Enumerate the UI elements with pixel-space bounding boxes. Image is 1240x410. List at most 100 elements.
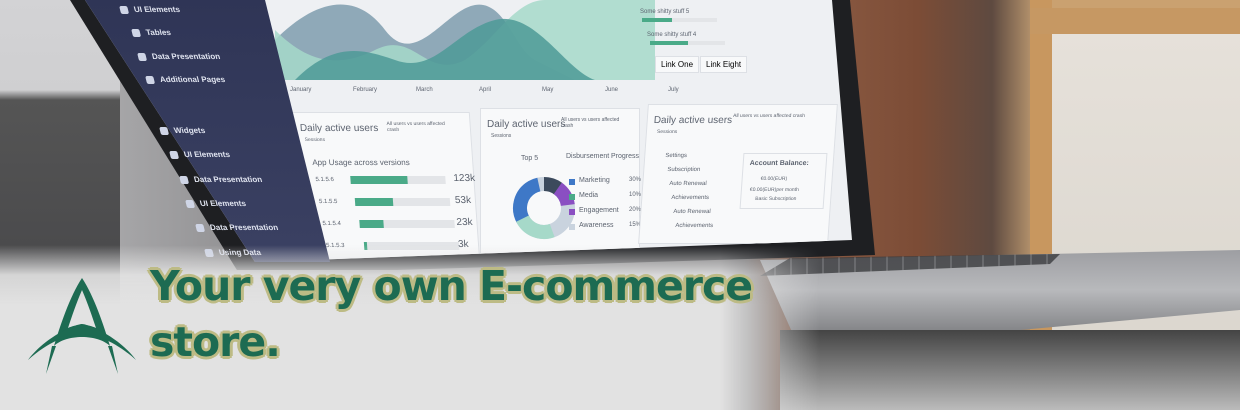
legend-swatch bbox=[569, 224, 575, 230]
sidebar-item-label: Additional Pages bbox=[158, 75, 227, 84]
background-shelf bbox=[1030, 0, 1240, 410]
legend-value: 30% bbox=[629, 177, 642, 183]
sidebar-item-label: UI Elements bbox=[198, 199, 247, 208]
settings-menu-item[interactable]: Achievements bbox=[671, 195, 709, 201]
usage-bar bbox=[350, 176, 446, 184]
nav-icon bbox=[145, 75, 155, 84]
sidebar-item[interactable]: Data Presentation bbox=[179, 175, 263, 184]
card-note: All users vs users affected crash bbox=[561, 117, 620, 129]
link-label: Link One bbox=[661, 60, 694, 69]
usage-value: 123k bbox=[453, 173, 476, 184]
headline-line-2: store. bbox=[150, 318, 281, 366]
legend-label: Awareness bbox=[579, 222, 614, 229]
balance-line: €0.00(EUR) bbox=[760, 176, 788, 182]
card-title: Daily active users bbox=[487, 119, 566, 130]
nav-icon bbox=[119, 5, 129, 14]
card-title: Daily active users bbox=[299, 123, 379, 134]
settings-menu-item[interactable]: Achievements bbox=[675, 223, 713, 229]
donut-chart bbox=[513, 177, 575, 239]
sidebar-item-label: Data Presentation bbox=[192, 175, 264, 184]
legend-value: 10% bbox=[629, 192, 642, 198]
version-label: 5.1.5.6 bbox=[315, 177, 335, 183]
sidebar-item-label: UI Elements bbox=[132, 5, 181, 14]
card-heading: App Usage across versions bbox=[311, 158, 410, 167]
link-one-button[interactable]: Link One bbox=[655, 56, 700, 73]
usage-bar bbox=[363, 242, 460, 250]
settings-menu-item[interactable]: Subscription bbox=[667, 167, 700, 173]
sidebar-item[interactable]: Widgets bbox=[159, 126, 206, 135]
nav-icon bbox=[179, 175, 189, 184]
sidebar-item[interactable]: UI Elements bbox=[119, 5, 181, 14]
sidebar-item[interactable]: UI Elements bbox=[169, 150, 231, 159]
settings-menu-item[interactable]: Settings bbox=[665, 153, 687, 159]
legend-label: Engagement bbox=[579, 207, 619, 214]
card-subtitle: Sessions bbox=[656, 129, 678, 135]
side-stat-label: Some shitty stuff 4 bbox=[647, 32, 697, 38]
version-label: 5.1.5.4 bbox=[322, 221, 342, 227]
card-note: All users vs users affected crash bbox=[732, 113, 806, 119]
nav-icon bbox=[169, 150, 179, 159]
x-tick-label: May bbox=[542, 87, 554, 93]
usage-bar bbox=[359, 220, 455, 228]
account-balance-box: Account Balance: €0.00(EUR) €0.00(EUR)pe… bbox=[739, 153, 828, 209]
col-header: Progress bbox=[611, 153, 640, 160]
nav-icon bbox=[204, 248, 214, 257]
card-app-usage: Daily active users Sessions All users vs… bbox=[289, 112, 481, 262]
sidebar-item[interactable]: UI Elements bbox=[185, 199, 247, 208]
balance-line: Basic Subscription bbox=[755, 196, 797, 202]
x-tick-label: July bbox=[668, 87, 679, 93]
usage-value: 53k bbox=[454, 195, 472, 206]
usage-bar bbox=[354, 198, 451, 206]
sidebar-item[interactable]: Data Presentation bbox=[195, 223, 279, 232]
sidebar-item-label: UI Elements bbox=[182, 150, 231, 159]
legend-label: Marketing bbox=[579, 177, 610, 184]
nav-icon bbox=[131, 28, 141, 37]
legend-value: 20% bbox=[629, 207, 642, 213]
dashboard-screen: January February March April May June July Som… bbox=[85, 0, 852, 262]
card-note: All users vs users affected crash bbox=[386, 121, 446, 133]
card-account: Daily active users Sessions All users vs… bbox=[638, 104, 838, 244]
settings-menu-item[interactable]: Auto Renewal bbox=[669, 181, 707, 187]
usage-value: 3k bbox=[457, 239, 469, 250]
usage-value: 23k bbox=[456, 217, 473, 228]
nav-icon bbox=[137, 52, 147, 61]
x-tick-label: January bbox=[290, 87, 312, 93]
side-stat-label: Some shitty stuff 5 bbox=[640, 9, 690, 15]
legend-swatch bbox=[569, 194, 575, 200]
sidebar-item[interactable]: Tables bbox=[131, 28, 172, 37]
area-chart bbox=[275, 0, 655, 80]
card-subtitle: Sessions bbox=[491, 133, 512, 139]
x-tick-label: March bbox=[416, 87, 433, 93]
nav-icon bbox=[195, 223, 205, 232]
link-label: Link Eight bbox=[706, 60, 742, 69]
settings-menu-item[interactable]: Auto Renewal bbox=[673, 209, 711, 215]
col-header: Top 5 bbox=[521, 155, 539, 162]
nav-icon bbox=[185, 199, 195, 208]
sidebar-item-label: Tables bbox=[144, 28, 172, 37]
balance-line: €0.00(EUR)per month bbox=[749, 187, 800, 193]
x-tick-label: April bbox=[479, 87, 492, 93]
x-tick-label: February bbox=[353, 87, 378, 93]
sidebar-item[interactable]: Data Presentation bbox=[137, 52, 221, 61]
col-header: Disbursement bbox=[566, 153, 610, 160]
sidebar-item[interactable]: Additional Pages bbox=[145, 75, 226, 84]
card-title: Daily active users bbox=[653, 115, 733, 126]
nav-icon bbox=[159, 126, 169, 135]
laptop-screen: January February March April May June July Som… bbox=[0, 0, 880, 270]
sidebar-item-label: Data Presentation bbox=[208, 223, 280, 232]
link-eight-button[interactable]: Link Eight bbox=[700, 56, 748, 73]
table-reflection bbox=[780, 330, 1240, 410]
card-subtitle: Sessions bbox=[304, 137, 326, 143]
legend-label: Media bbox=[579, 192, 599, 199]
headline-line-1: Your very own E-commerce bbox=[150, 262, 753, 310]
sidebar-item-label: Data Presentation bbox=[150, 52, 222, 61]
sidebar-item[interactable]: Using Data bbox=[204, 248, 262, 257]
version-label: 5.1.5.5 bbox=[318, 199, 338, 205]
version-label: 5.1.5.3 bbox=[325, 243, 345, 249]
legend-swatch bbox=[569, 209, 575, 215]
legend-swatch bbox=[569, 179, 575, 185]
balance-title: Account Balance: bbox=[749, 160, 810, 167]
brand-logo-icon bbox=[28, 278, 136, 374]
sidebar-item-label: Widgets bbox=[172, 126, 207, 135]
sidebar-item-label: Using Data bbox=[217, 248, 262, 257]
